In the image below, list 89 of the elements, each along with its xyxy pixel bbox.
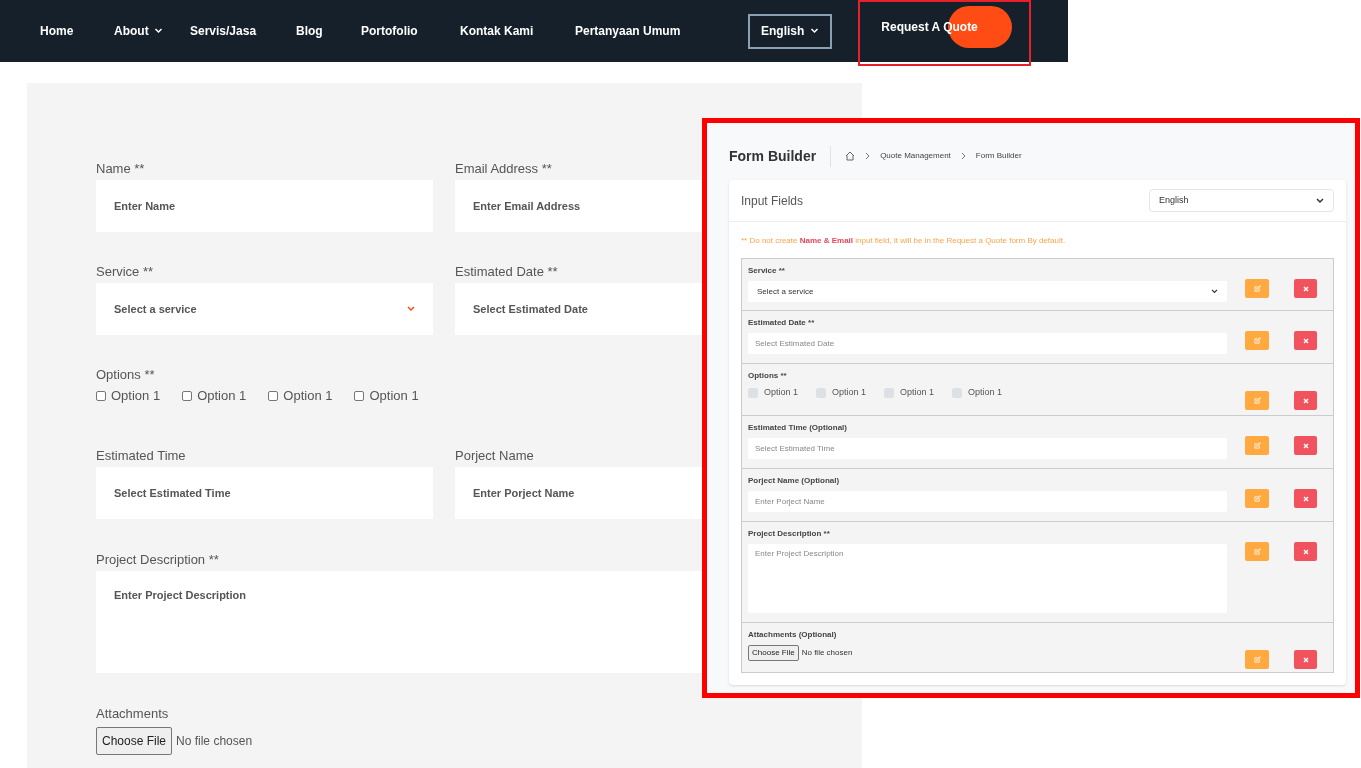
nav-link[interactable]: Kontak Kami xyxy=(460,22,534,41)
field-label: Estimated Date ** xyxy=(455,263,558,280)
chevron-right-icon xyxy=(960,152,966,160)
close-icon xyxy=(1302,548,1309,555)
close-icon xyxy=(1302,442,1309,449)
edit-icon xyxy=(1253,285,1261,292)
field-label: Porject Name xyxy=(455,447,534,464)
nav-link[interactable]: About xyxy=(114,22,163,41)
field-label: Estimated Time xyxy=(96,447,186,464)
choose-file-button[interactable]: Choose File xyxy=(96,727,173,755)
delete-button[interactable] xyxy=(1294,331,1317,350)
select-field[interactable]: Select a service xyxy=(96,283,433,335)
choose-file-button[interactable]: Choose File xyxy=(748,645,799,661)
field-label: Estimated Date ** xyxy=(748,317,816,329)
edit-button[interactable] xyxy=(1245,489,1269,508)
card-title: Input Fields xyxy=(741,192,804,210)
close-icon xyxy=(1302,285,1309,292)
input-field[interactable]: Select Estimated Time xyxy=(96,467,433,519)
checkbox-option[interactable]: Option 1 xyxy=(952,386,1003,400)
delete-button[interactable] xyxy=(1294,650,1317,669)
checkbox-option[interactable]: Option 1 xyxy=(748,386,799,400)
field-label: Options ** xyxy=(748,370,788,382)
chevron-icon xyxy=(1211,289,1218,294)
field-label: Project Description ** xyxy=(748,528,831,540)
breadcrumb-item[interactable]: Form Builder xyxy=(975,150,1022,162)
file-status: No file chosen xyxy=(176,733,253,750)
edit-button[interactable] xyxy=(1245,542,1269,561)
page-title: Form Builder xyxy=(729,145,832,167)
textarea-field[interactable]: Enter Project Description xyxy=(96,571,702,673)
edit-button[interactable] xyxy=(1245,279,1269,298)
field-label: Estimated Time (Optional) xyxy=(748,422,848,434)
edit-icon xyxy=(1253,397,1261,404)
field-label: Attachments xyxy=(96,705,169,722)
textarea-field[interactable]: Enter Project Description xyxy=(748,544,1227,613)
breadcrumb-item[interactable]: Quote Management xyxy=(880,150,951,162)
close-icon xyxy=(1302,656,1309,663)
chevron-icon xyxy=(1316,197,1324,204)
input-field[interactable]: Enter Email Address xyxy=(455,180,702,232)
checkbox-option[interactable]: Option 1 xyxy=(816,386,867,400)
chevron-right-icon xyxy=(865,152,871,160)
checkbox-option[interactable]: Option 1 xyxy=(182,386,247,406)
nav-link[interactable]: Pertanyaan Umum xyxy=(575,22,681,41)
delete-button[interactable] xyxy=(1294,391,1317,410)
nav-link[interactable]: Blog xyxy=(296,22,323,41)
checkbox-option[interactable]: Option 1 xyxy=(268,386,333,406)
input-field[interactable]: Enter Porject Name xyxy=(748,491,1227,512)
field-label: Service ** xyxy=(748,265,786,277)
field-label: Porject Name (Optional) xyxy=(748,475,841,487)
home-icon[interactable] xyxy=(845,151,856,161)
edit-icon xyxy=(1253,442,1261,449)
close-icon xyxy=(1302,337,1309,344)
delete-button[interactable] xyxy=(1294,436,1317,455)
edit-icon xyxy=(1253,656,1261,663)
delete-button[interactable] xyxy=(1294,489,1317,508)
file-status: No file chosen xyxy=(801,647,853,659)
edit-icon xyxy=(1253,495,1261,502)
input-field[interactable]: Select Estimated Time xyxy=(748,438,1227,459)
field-label: Options ** xyxy=(96,366,155,383)
input-field[interactable]: Enter Porject Name xyxy=(455,467,702,519)
nav-link[interactable]: Servis/Jasa xyxy=(190,22,257,41)
nav-link[interactable]: Home xyxy=(40,22,74,41)
checkbox-option[interactable]: Option 1 xyxy=(96,386,161,406)
edit-icon xyxy=(1253,548,1261,555)
edit-button[interactable] xyxy=(1245,391,1269,410)
note-text: ** Do not create Name & Email input field, it will be in the Request a Quote form By default. xyxy=(740,235,1067,247)
field-label: Name ** xyxy=(96,160,145,177)
language-select[interactable]: English xyxy=(1149,189,1334,212)
field-label: Service ** xyxy=(96,263,154,280)
edit-button[interactable] xyxy=(1245,331,1269,350)
language-button[interactable]: English xyxy=(748,13,833,49)
delete-button[interactable] xyxy=(1294,279,1317,298)
input-field[interactable]: Select Estimated Date xyxy=(748,333,1227,354)
field-label: Project Description ** xyxy=(96,551,219,568)
select-field[interactable]: Select a service xyxy=(748,281,1227,302)
input-field[interactable]: Enter Name xyxy=(96,180,433,232)
chevron-icon xyxy=(810,28,820,34)
edit-button[interactable] xyxy=(1245,650,1269,669)
edit-icon xyxy=(1253,337,1261,344)
checkbox-option[interactable]: Option 1 xyxy=(354,386,419,406)
close-icon xyxy=(1302,495,1309,502)
field-label: Attachments (Optional) xyxy=(748,629,838,641)
edit-button[interactable] xyxy=(1245,436,1269,455)
close-icon xyxy=(1302,397,1309,404)
field-label: Email Address ** xyxy=(455,160,552,177)
delete-button[interactable] xyxy=(1294,542,1317,561)
input-field[interactable]: Select Estimated Date xyxy=(455,283,702,335)
checkbox-option[interactable]: Option 1 xyxy=(884,386,935,400)
nav-link[interactable]: Portofolio xyxy=(361,22,418,41)
chevron-icon xyxy=(407,306,415,312)
